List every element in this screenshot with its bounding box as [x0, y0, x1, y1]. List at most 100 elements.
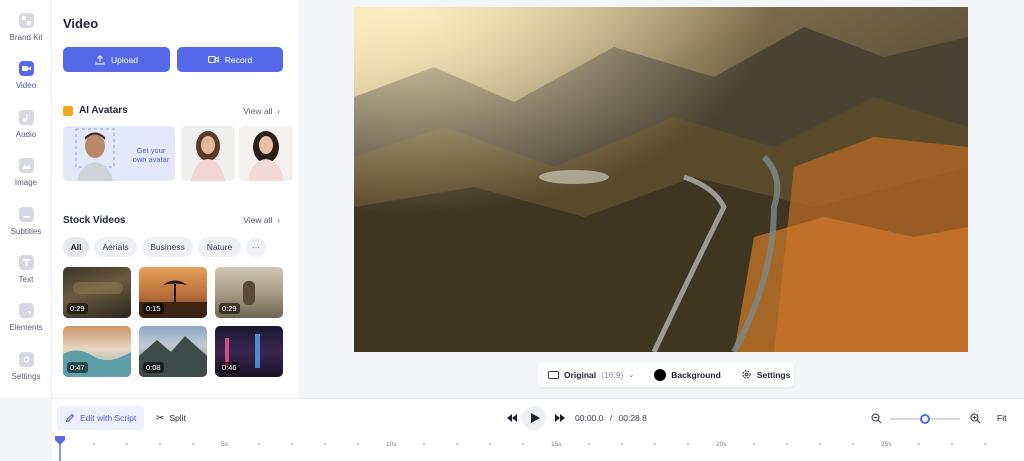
total-time: 00:28.8 [618, 413, 647, 423]
stock-video-thumbnail[interactable]: 0:47 [63, 326, 131, 377]
video-preview[interactable] [354, 7, 968, 352]
duration-badge: 0:47 [67, 362, 88, 373]
rail-item-elements[interactable]: Elements [0, 303, 52, 332]
pencil-icon [65, 413, 75, 423]
timeline-tick [192, 443, 194, 445]
rail-item-subtitles[interactable]: Subtitles [0, 207, 52, 236]
stock-video-thumbnail[interactable]: 0:46 [215, 326, 283, 377]
rail-label: Text [18, 275, 34, 284]
background-button[interactable]: Background [644, 362, 731, 387]
stock-video-thumbnail[interactable]: 0:15 [139, 267, 207, 318]
timeline-tick [423, 443, 425, 445]
stock-video-thumbnail[interactable]: 0:29 [215, 267, 283, 318]
rail-label: Brand Kit [9, 33, 43, 42]
stock-videos-title: Stock Videos [63, 215, 126, 226]
record-camera-icon [207, 55, 219, 64]
timeline-tick [654, 443, 656, 445]
timeline-ruler[interactable]: 5s 10s 15s 20s 25s [52, 436, 1024, 461]
subtitles-icon [18, 207, 34, 222]
zoom-slider-handle[interactable] [920, 414, 930, 424]
text-icon [18, 255, 34, 270]
chevron-right-icon: › [274, 215, 280, 225]
filter-more-button[interactable]: ··· [246, 237, 266, 257]
timeline-tick [951, 443, 953, 445]
record-label: Record [224, 54, 253, 65]
gear-icon [742, 370, 751, 379]
left-rail: Brand Kit Video Audio Image Subtitles Te… [0, 0, 52, 398]
avatar-option-2[interactable] [239, 126, 293, 181]
aspect-ratio-dropdown[interactable]: Original (16:9) ⌄ [538, 362, 644, 387]
filter-chip-aerials[interactable]: Aerials [94, 237, 137, 257]
timeline-time-label: 20s [716, 441, 727, 448]
edit-with-script-button[interactable]: Edit with Script [57, 406, 145, 430]
avatar-option-1[interactable] [181, 126, 235, 181]
rail-item-text[interactable]: Text [0, 255, 52, 284]
play-icon [531, 413, 540, 423]
fast-forward-icon[interactable] [555, 414, 565, 422]
rail-label: Subtitles [10, 227, 42, 236]
panel-title: Video [63, 16, 99, 31]
zoom-out-icon[interactable] [871, 413, 882, 424]
ai-avatars-view-all-link[interactable]: View all › [243, 106, 280, 116]
thumbnail-art [73, 282, 123, 294]
split-button[interactable]: ✂ Split [156, 406, 186, 430]
rail-item-brand-kit[interactable]: Brand Kit [0, 13, 52, 42]
rail-item-image[interactable]: Image [0, 158, 52, 187]
filter-chip-business[interactable]: Business [142, 237, 193, 257]
scissors-icon: ✂ [156, 412, 165, 424]
record-button[interactable]: Record [177, 47, 283, 72]
split-label: Split [169, 413, 186, 423]
edit-with-script-label: Edit with Script [80, 413, 137, 423]
timeline-time-label: 15s [551, 441, 562, 448]
stock-video-thumbnail[interactable]: 0:08 [139, 326, 207, 377]
filter-chip-all[interactable]: All [63, 237, 89, 257]
rail-label: Audio [15, 130, 37, 139]
timeline-tick [159, 443, 161, 445]
upload-icon [95, 54, 105, 65]
aspect-label: Original [564, 369, 597, 380]
filter-chip-nature[interactable]: Nature [198, 237, 241, 257]
timeline-tick [291, 443, 293, 445]
canvas-settings-button[interactable]: Settings [731, 362, 801, 387]
avatar-woman-image [191, 131, 225, 181]
rail-label: Video [15, 81, 37, 90]
elements-icon [18, 303, 34, 318]
timeline-tick [852, 443, 854, 445]
chevron-down-icon: ⌄ [628, 371, 635, 379]
rewind-icon[interactable] [507, 414, 517, 422]
canvas-toolbar: Original (16:9) ⌄ Background Settings [538, 362, 794, 387]
ai-avatars-label: AI Avatars [79, 105, 128, 116]
rail-item-settings[interactable]: Settings [0, 352, 52, 381]
stock-videos-view-all-link[interactable]: View all › [243, 215, 280, 225]
upload-label: Upload [111, 54, 138, 65]
duration-badge: 0:15 [143, 303, 164, 314]
timeline-tick [93, 443, 95, 445]
ai-sparkle-icon [63, 105, 73, 116]
canvas-area: Original (16:9) ⌄ Background Settings [298, 0, 1024, 398]
playback-bar: Edit with Script ✂ Split 00:00.0 / 00:28… [52, 398, 1024, 436]
timeline-tick [753, 443, 755, 445]
video-editor-app: Brand Kit Video Audio Image Subtitles Te… [0, 0, 1024, 461]
playhead-marker[interactable] [55, 436, 65, 461]
background-label: Background [671, 369, 721, 380]
play-button[interactable] [522, 406, 546, 430]
duration-badge: 0:46 [219, 362, 240, 373]
avatar-woman-image [248, 131, 284, 181]
background-color-swatch-icon [654, 368, 667, 381]
duration-badge: 0:29 [219, 303, 240, 314]
upload-button[interactable]: Upload [63, 47, 170, 72]
rail-label: Elements [9, 323, 43, 332]
aspect-ratio-icon [548, 370, 559, 379]
current-time: 00:00.0 [575, 413, 604, 423]
stock-video-thumbnail[interactable]: 0:29 [63, 267, 131, 318]
create-avatar-card[interactable]: Get your own avatar [63, 126, 175, 181]
rail-item-audio[interactable]: Audio [0, 110, 52, 139]
timeline-tick [126, 443, 128, 445]
timecode: 00:00.0 / 00:28.8 [575, 413, 647, 423]
zoom-fit-button[interactable]: Fit [997, 413, 1006, 423]
ai-avatars-title: AI Avatars [63, 105, 128, 116]
video-icon [18, 61, 34, 76]
rail-item-video[interactable]: Video [0, 61, 52, 90]
zoom-in-icon[interactable] [970, 413, 981, 424]
chevron-right-icon: › [274, 106, 280, 116]
